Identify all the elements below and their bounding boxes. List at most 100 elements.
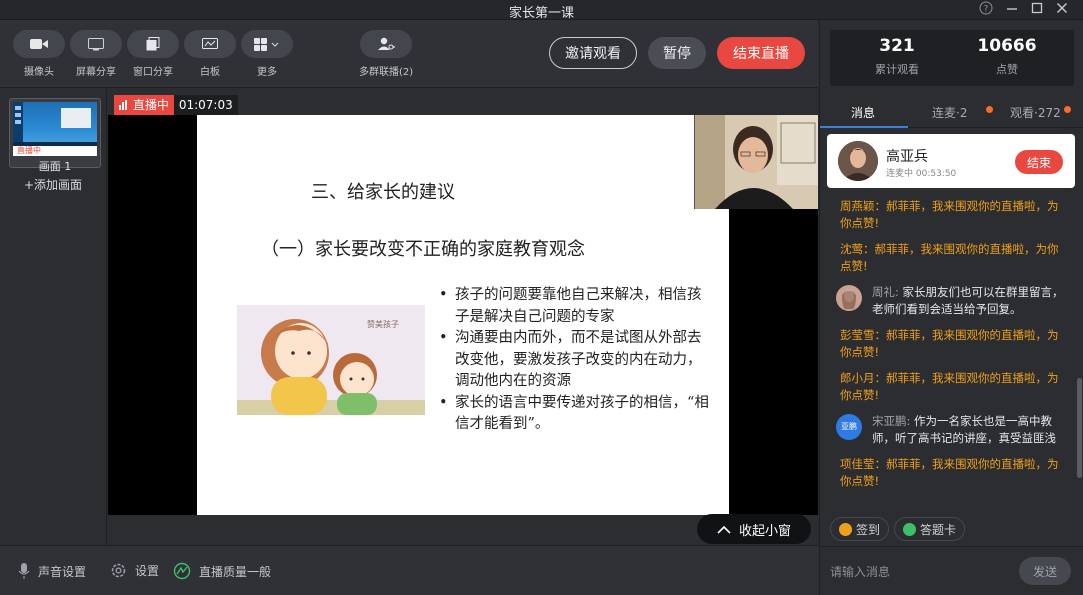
active-tab-indicator bbox=[820, 126, 908, 128]
message-author: 宋亚鹏: bbox=[872, 414, 911, 428]
settings-label: 设置 bbox=[135, 564, 160, 578]
sound-settings-label: 声音设置 bbox=[38, 564, 87, 579]
svg-text:?: ? bbox=[984, 5, 989, 15]
message-text: 项佳莹：郝菲菲，我来围观你的直播啦，为你点赞! bbox=[840, 457, 1059, 488]
signin-button[interactable]: 签到 bbox=[830, 517, 890, 541]
microphone-icon bbox=[18, 563, 30, 579]
slide-art-tag: 赞美孩子 bbox=[367, 320, 399, 329]
presentation-slide: 三、给家长的建议 （一）家长要改变不正确的家庭教育观念 赞美孩子 • 孩子的问题… bbox=[197, 115, 729, 515]
screen-share-label: 屏幕分享 bbox=[76, 67, 116, 78]
app-window: 家长第一课 ? 摄像头 屏幕分享 窗口分享 白板 更多 多群联播(2) 邀请观看… bbox=[0, 0, 1083, 595]
avatar bbox=[836, 285, 862, 311]
slide-bullets: 孩子的问题要靠他自己来解决，相信孩子是解决自己问题的专家 沟通要由内而外，而不是… bbox=[437, 285, 709, 436]
grid-icon bbox=[241, 30, 293, 58]
stream-quality-label: 直播质量一般 bbox=[199, 564, 272, 579]
invite-button[interactable]: 邀请观看 bbox=[549, 37, 637, 69]
list-item: 沈莺：郝菲菲，我来围观你的直播啦，为你点赞! bbox=[820, 241, 1074, 275]
live-status-badge: 直播中 01:07:03 bbox=[114, 95, 238, 115]
answer-card-button[interactable]: 答题卡 bbox=[894, 517, 966, 541]
add-scene-button[interactable]: +添加画面 bbox=[24, 176, 82, 193]
bottom-bar: 声音设置 设置 直播质量一般 bbox=[0, 545, 818, 595]
help-icon[interactable]: ? bbox=[976, 1, 996, 19]
more-button[interactable]: 更多 bbox=[241, 30, 293, 78]
scrollbar-thumb[interactable] bbox=[1077, 378, 1082, 478]
list-item: 周礼: 家长朋友们也可以在群里留言，老师们看到会适当给予回复。 bbox=[820, 284, 1074, 318]
title-bar: 家长第一课 ? bbox=[0, 0, 1083, 21]
elapsed-time: 01:07:03 bbox=[173, 95, 238, 115]
scene-panel: 直播中 画面 1 +添加画面 bbox=[0, 89, 107, 545]
message-text: 周燕颖：郝菲菲，我来围观你的直播啦，为你点赞! bbox=[840, 199, 1059, 230]
maximize-icon[interactable] bbox=[1027, 1, 1047, 19]
stream-quality-indicator[interactable]: 直播质量一般 bbox=[173, 562, 271, 580]
mic-guest-card: 高亚兵 连麦中 00:53:50 结束 bbox=[827, 134, 1075, 188]
slide-bullet: 家长的语言中要传递对孩子的相信，“相信才能看到”。 bbox=[437, 393, 709, 436]
slide-bullet: 沟通要由内而外，而不是试图从外部去改变他，要激发孩子改变的内在动力，调动他内在的… bbox=[437, 328, 709, 393]
scene-live-text: 直播中 bbox=[17, 146, 41, 155]
window-share-button[interactable]: 窗口分享 bbox=[127, 30, 179, 78]
presenter-camera-pip[interactable] bbox=[694, 115, 818, 209]
scene-thumbnail[interactable]: 直播中 画面 1 bbox=[9, 98, 101, 173]
signin-label: 签到 bbox=[856, 522, 881, 537]
scene-name: 画面 1 bbox=[38, 160, 72, 173]
panel-tabs: 消息 连麦·2 观看·272 bbox=[820, 96, 1083, 128]
live-indicator: 直播中 bbox=[114, 95, 174, 115]
chat-input[interactable] bbox=[830, 562, 1010, 582]
end-live-button[interactable]: 结束直播 bbox=[717, 37, 805, 69]
likes-count: 10666 bbox=[977, 36, 1037, 56]
list-item: 项佳莹：郝菲菲，我来围观你的直播啦，为你点赞! bbox=[820, 456, 1074, 490]
window-share-label: 窗口分享 bbox=[133, 67, 173, 78]
answer-card-icon bbox=[903, 522, 916, 536]
likes-stat: 10666 点赞 bbox=[952, 36, 1062, 77]
pause-button[interactable]: 暂停 bbox=[648, 37, 706, 69]
side-panel: 321 累计观看 10666 点赞 消息 连麦·2 观看·272 高亚兵 连麦中… bbox=[819, 20, 1083, 595]
sound-settings-button[interactable]: 声音设置 bbox=[18, 562, 86, 580]
list-item: 彭莹雪：郝菲菲，我来围观你的直播啦，为你点赞! bbox=[820, 327, 1074, 361]
screen-share-button[interactable]: 屏幕分享 bbox=[70, 30, 122, 78]
whiteboard-label: 白板 bbox=[200, 67, 220, 78]
slide-title: 三、给家长的建议 bbox=[311, 182, 455, 203]
signal-bars-icon bbox=[119, 100, 127, 110]
message-text: 家长朋友们也可以在群里留言，老师们看到会适当给予回复。 bbox=[872, 285, 1064, 316]
chat-input-row: 发送 bbox=[820, 546, 1083, 595]
mic-guest-name: 高亚兵 bbox=[886, 149, 928, 165]
scene-preview-image bbox=[13, 102, 97, 146]
list-item: 亚鹏 宋亚鹏: 作为一名家长也是一高中教师，听了高书记的讲座，真受益匪浅 bbox=[820, 413, 1074, 447]
more-label: 更多 bbox=[257, 67, 277, 78]
window-title: 家长第一课 bbox=[508, 6, 574, 21]
signin-icon bbox=[839, 522, 852, 536]
views-caption: 累计观看 bbox=[875, 63, 919, 76]
viewers-notification-dot bbox=[1064, 106, 1071, 113]
end-mic-button[interactable]: 结束 bbox=[1015, 150, 1063, 174]
slide-subtitle: （一）家长要改变不正确的家庭教育观念 bbox=[261, 239, 585, 260]
avatar bbox=[838, 141, 878, 181]
whiteboard-button[interactable]: 白板 bbox=[184, 30, 236, 78]
tab-messages[interactable]: 消息 bbox=[851, 104, 875, 121]
chat-list: 周燕颖：郝菲菲，我来围观你的直播啦，为你点赞! 沈莺：郝菲菲，我来围观你的直播啦… bbox=[820, 198, 1074, 498]
message-text: 沈莺：郝菲菲，我来围观你的直播啦，为你点赞! bbox=[840, 242, 1059, 273]
slide-illustration: 赞美孩子 bbox=[237, 305, 425, 415]
collapse-label: 收起小窗 bbox=[738, 523, 791, 539]
live-label: 直播中 bbox=[132, 98, 169, 112]
camera-button[interactable]: 摄像头 bbox=[13, 30, 65, 78]
chat-scrollbar[interactable] bbox=[1077, 198, 1082, 498]
whiteboard-icon bbox=[184, 30, 236, 58]
views-stat: 321 累计观看 bbox=[842, 36, 952, 77]
quality-icon bbox=[173, 562, 191, 580]
window-share-icon bbox=[127, 30, 179, 58]
minimize-icon[interactable] bbox=[1002, 1, 1022, 19]
likes-caption: 点赞 bbox=[996, 63, 1018, 76]
tab-mic[interactable]: 连麦·2 bbox=[932, 104, 967, 121]
chevron-up-icon bbox=[717, 525, 731, 534]
multi-group-button[interactable]: 多群联播(2) bbox=[359, 30, 413, 78]
message-text: 彭莹雪：郝菲菲，我来围观你的直播啦，为你点赞! bbox=[840, 328, 1059, 359]
video-frame: 三、给家长的建议 （一）家长要改变不正确的家庭教育观念 赞美孩子 • 孩子的问题… bbox=[108, 115, 818, 515]
send-button[interactable]: 发送 bbox=[1019, 557, 1071, 585]
collapse-window-button[interactable]: 收起小窗 bbox=[697, 514, 811, 544]
settings-button[interactable]: 设置 bbox=[110, 562, 159, 579]
answer-card-label: 答题卡 bbox=[920, 522, 957, 537]
live-stage: 直播中 01:07:03 三、给家长的建议 （一）家长要改变不正确的家庭教育观念 bbox=[108, 89, 818, 545]
close-icon[interactable] bbox=[1052, 1, 1072, 19]
tab-viewers[interactable]: 观看·272 bbox=[1010, 104, 1061, 121]
gear-icon bbox=[111, 563, 126, 578]
avatar: 亚鹏 bbox=[836, 414, 862, 440]
